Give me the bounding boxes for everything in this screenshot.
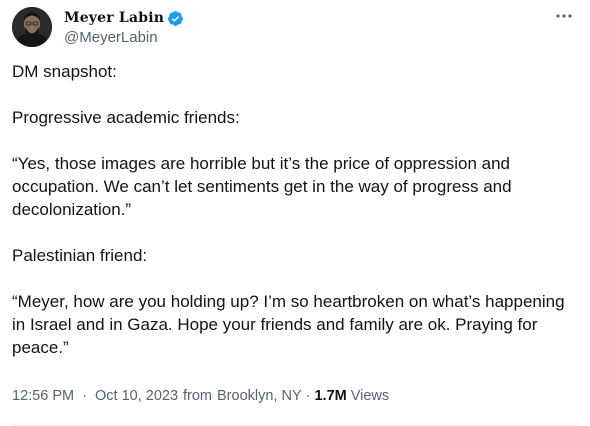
author-display-name[interactable]: Meyer Labin xyxy=(64,10,164,26)
more-horizontal-icon[interactable] xyxy=(554,6,574,26)
author-handle[interactable]: @MeyerLabin xyxy=(64,29,184,46)
tweet-paragraph: “Yes, those images are horrible but it’s… xyxy=(12,154,517,219)
avatar[interactable] xyxy=(12,7,52,47)
separator: · xyxy=(82,388,87,404)
tweet-card: Meyer Labin @MeyerLabin DM snapshot: Pro… xyxy=(0,0,590,426)
tweet-date: Oct 10, 2023 xyxy=(94,388,179,404)
views-label: Views xyxy=(350,388,390,404)
tweet-timestamp-link[interactable]: 12:56 PM · Oct 10, 2023 xyxy=(12,388,178,404)
location-prefix: from xyxy=(183,388,213,404)
tweet-paragraph: DM snapshot: xyxy=(12,62,117,81)
tweet-text: DM snapshot: Progressive academic friend… xyxy=(12,60,572,382)
avatar-photo xyxy=(12,7,52,47)
views-count: 1.7M xyxy=(314,388,347,404)
tweet-paragraph: Palestinian friend: xyxy=(12,246,148,265)
tweet-metadata: 12:56 PM · Oct 10, 2023 from Brooklyn, N… xyxy=(12,388,389,404)
separator: · xyxy=(305,388,311,404)
verified-badge-icon xyxy=(167,10,184,27)
author-info: Meyer Labin @MeyerLabin xyxy=(64,8,184,46)
tweet-paragraph: “Meyer, how are you holding up? I’m so h… xyxy=(12,292,570,357)
name-row: Meyer Labin xyxy=(64,8,184,28)
tweet-time: 12:56 PM xyxy=(12,388,75,404)
tweet-paragraph: Progressive academic friends: xyxy=(12,108,240,127)
tweet-location[interactable]: Brooklyn, NY xyxy=(217,388,302,404)
